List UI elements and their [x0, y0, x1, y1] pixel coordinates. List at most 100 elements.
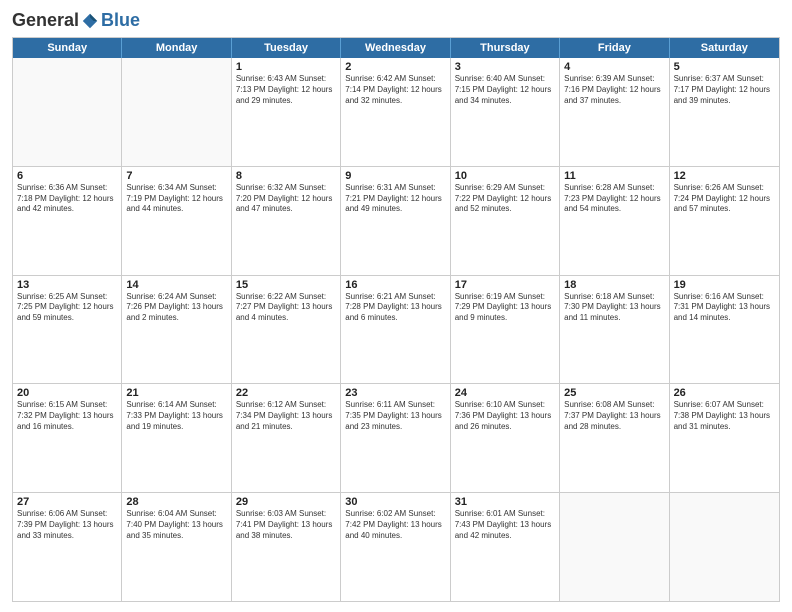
- day-info: Sunrise: 6:19 AM Sunset: 7:29 PM Dayligh…: [455, 292, 555, 324]
- calendar-empty-cell: [560, 493, 669, 601]
- calendar-day-6: 6Sunrise: 6:36 AM Sunset: 7:18 PM Daylig…: [13, 167, 122, 275]
- calendar-day-5: 5Sunrise: 6:37 AM Sunset: 7:17 PM Daylig…: [670, 58, 779, 166]
- day-number: 3: [455, 61, 555, 73]
- weekday-header-friday: Friday: [560, 38, 669, 58]
- day-info: Sunrise: 6:03 AM Sunset: 7:41 PM Dayligh…: [236, 509, 336, 541]
- day-number: 2: [345, 61, 445, 73]
- calendar-row-2: 6Sunrise: 6:36 AM Sunset: 7:18 PM Daylig…: [13, 166, 779, 275]
- calendar-day-24: 24Sunrise: 6:10 AM Sunset: 7:36 PM Dayli…: [451, 384, 560, 492]
- day-info: Sunrise: 6:31 AM Sunset: 7:21 PM Dayligh…: [345, 183, 445, 215]
- calendar-empty-cell: [122, 58, 231, 166]
- day-number: 11: [564, 170, 664, 182]
- weekday-header-saturday: Saturday: [670, 38, 779, 58]
- calendar-empty-cell: [670, 493, 779, 601]
- day-info: Sunrise: 6:37 AM Sunset: 7:17 PM Dayligh…: [674, 74, 775, 106]
- day-info: Sunrise: 6:32 AM Sunset: 7:20 PM Dayligh…: [236, 183, 336, 215]
- calendar-day-27: 27Sunrise: 6:06 AM Sunset: 7:39 PM Dayli…: [13, 493, 122, 601]
- calendar-day-3: 3Sunrise: 6:40 AM Sunset: 7:15 PM Daylig…: [451, 58, 560, 166]
- day-number: 4: [564, 61, 664, 73]
- day-info: Sunrise: 6:21 AM Sunset: 7:28 PM Dayligh…: [345, 292, 445, 324]
- day-number: 14: [126, 279, 226, 291]
- day-info: Sunrise: 6:26 AM Sunset: 7:24 PM Dayligh…: [674, 183, 775, 215]
- day-info: Sunrise: 6:28 AM Sunset: 7:23 PM Dayligh…: [564, 183, 664, 215]
- calendar-day-21: 21Sunrise: 6:14 AM Sunset: 7:33 PM Dayli…: [122, 384, 231, 492]
- day-info: Sunrise: 6:12 AM Sunset: 7:34 PM Dayligh…: [236, 400, 336, 432]
- day-number: 20: [17, 387, 117, 399]
- calendar-row-4: 20Sunrise: 6:15 AM Sunset: 7:32 PM Dayli…: [13, 383, 779, 492]
- calendar-day-22: 22Sunrise: 6:12 AM Sunset: 7:34 PM Dayli…: [232, 384, 341, 492]
- day-info: Sunrise: 6:18 AM Sunset: 7:30 PM Dayligh…: [564, 292, 664, 324]
- day-number: 28: [126, 496, 226, 508]
- calendar: SundayMondayTuesdayWednesdayThursdayFrid…: [12, 37, 780, 602]
- calendar-day-26: 26Sunrise: 6:07 AM Sunset: 7:38 PM Dayli…: [670, 384, 779, 492]
- calendar-day-19: 19Sunrise: 6:16 AM Sunset: 7:31 PM Dayli…: [670, 276, 779, 384]
- day-info: Sunrise: 6:04 AM Sunset: 7:40 PM Dayligh…: [126, 509, 226, 541]
- calendar-row-1: 1Sunrise: 6:43 AM Sunset: 7:13 PM Daylig…: [13, 58, 779, 166]
- day-number: 8: [236, 170, 336, 182]
- day-info: Sunrise: 6:07 AM Sunset: 7:38 PM Dayligh…: [674, 400, 775, 432]
- day-number: 25: [564, 387, 664, 399]
- weekday-header-tuesday: Tuesday: [232, 38, 341, 58]
- calendar-day-23: 23Sunrise: 6:11 AM Sunset: 7:35 PM Dayli…: [341, 384, 450, 492]
- day-number: 1: [236, 61, 336, 73]
- day-number: 13: [17, 279, 117, 291]
- day-info: Sunrise: 6:36 AM Sunset: 7:18 PM Dayligh…: [17, 183, 117, 215]
- calendar-day-13: 13Sunrise: 6:25 AM Sunset: 7:25 PM Dayli…: [13, 276, 122, 384]
- weekday-header-monday: Monday: [122, 38, 231, 58]
- calendar-day-25: 25Sunrise: 6:08 AM Sunset: 7:37 PM Dayli…: [560, 384, 669, 492]
- calendar-day-7: 7Sunrise: 6:34 AM Sunset: 7:19 PM Daylig…: [122, 167, 231, 275]
- day-number: 10: [455, 170, 555, 182]
- day-info: Sunrise: 6:16 AM Sunset: 7:31 PM Dayligh…: [674, 292, 775, 324]
- calendar-row-5: 27Sunrise: 6:06 AM Sunset: 7:39 PM Dayli…: [13, 492, 779, 601]
- calendar-empty-cell: [13, 58, 122, 166]
- calendar-day-20: 20Sunrise: 6:15 AM Sunset: 7:32 PM Dayli…: [13, 384, 122, 492]
- day-number: 12: [674, 170, 775, 182]
- day-number: 21: [126, 387, 226, 399]
- day-info: Sunrise: 6:40 AM Sunset: 7:15 PM Dayligh…: [455, 74, 555, 106]
- day-number: 19: [674, 279, 775, 291]
- day-info: Sunrise: 6:02 AM Sunset: 7:42 PM Dayligh…: [345, 509, 445, 541]
- day-number: 16: [345, 279, 445, 291]
- logo-general: GeneralBlue: [12, 10, 140, 31]
- calendar-day-15: 15Sunrise: 6:22 AM Sunset: 7:27 PM Dayli…: [232, 276, 341, 384]
- calendar-day-17: 17Sunrise: 6:19 AM Sunset: 7:29 PM Dayli…: [451, 276, 560, 384]
- day-info: Sunrise: 6:22 AM Sunset: 7:27 PM Dayligh…: [236, 292, 336, 324]
- day-info: Sunrise: 6:14 AM Sunset: 7:33 PM Dayligh…: [126, 400, 226, 432]
- day-info: Sunrise: 6:42 AM Sunset: 7:14 PM Dayligh…: [345, 74, 445, 106]
- calendar-day-2: 2Sunrise: 6:42 AM Sunset: 7:14 PM Daylig…: [341, 58, 450, 166]
- day-info: Sunrise: 6:25 AM Sunset: 7:25 PM Dayligh…: [17, 292, 117, 324]
- calendar-day-11: 11Sunrise: 6:28 AM Sunset: 7:23 PM Dayli…: [560, 167, 669, 275]
- day-number: 17: [455, 279, 555, 291]
- page-header: GeneralBlue: [12, 10, 780, 31]
- calendar-day-14: 14Sunrise: 6:24 AM Sunset: 7:26 PM Dayli…: [122, 276, 231, 384]
- day-info: Sunrise: 6:08 AM Sunset: 7:37 PM Dayligh…: [564, 400, 664, 432]
- calendar-day-9: 9Sunrise: 6:31 AM Sunset: 7:21 PM Daylig…: [341, 167, 450, 275]
- calendar-header: SundayMondayTuesdayWednesdayThursdayFrid…: [13, 38, 779, 58]
- day-number: 31: [455, 496, 555, 508]
- day-number: 15: [236, 279, 336, 291]
- calendar-row-3: 13Sunrise: 6:25 AM Sunset: 7:25 PM Dayli…: [13, 275, 779, 384]
- calendar-day-10: 10Sunrise: 6:29 AM Sunset: 7:22 PM Dayli…: [451, 167, 560, 275]
- day-number: 7: [126, 170, 226, 182]
- day-info: Sunrise: 6:29 AM Sunset: 7:22 PM Dayligh…: [455, 183, 555, 215]
- calendar-day-4: 4Sunrise: 6:39 AM Sunset: 7:16 PM Daylig…: [560, 58, 669, 166]
- logo: GeneralBlue: [12, 10, 140, 31]
- calendar-day-12: 12Sunrise: 6:26 AM Sunset: 7:24 PM Dayli…: [670, 167, 779, 275]
- weekday-header-wednesday: Wednesday: [341, 38, 450, 58]
- day-number: 23: [345, 387, 445, 399]
- calendar-day-1: 1Sunrise: 6:43 AM Sunset: 7:13 PM Daylig…: [232, 58, 341, 166]
- day-info: Sunrise: 6:10 AM Sunset: 7:36 PM Dayligh…: [455, 400, 555, 432]
- day-number: 22: [236, 387, 336, 399]
- day-number: 29: [236, 496, 336, 508]
- calendar-body: 1Sunrise: 6:43 AM Sunset: 7:13 PM Daylig…: [13, 58, 779, 601]
- day-number: 6: [17, 170, 117, 182]
- calendar-day-31: 31Sunrise: 6:01 AM Sunset: 7:43 PM Dayli…: [451, 493, 560, 601]
- calendar-day-30: 30Sunrise: 6:02 AM Sunset: 7:42 PM Dayli…: [341, 493, 450, 601]
- calendar-day-29: 29Sunrise: 6:03 AM Sunset: 7:41 PM Dayli…: [232, 493, 341, 601]
- day-info: Sunrise: 6:43 AM Sunset: 7:13 PM Dayligh…: [236, 74, 336, 106]
- day-info: Sunrise: 6:06 AM Sunset: 7:39 PM Dayligh…: [17, 509, 117, 541]
- day-number: 24: [455, 387, 555, 399]
- day-info: Sunrise: 6:15 AM Sunset: 7:32 PM Dayligh…: [17, 400, 117, 432]
- calendar-day-8: 8Sunrise: 6:32 AM Sunset: 7:20 PM Daylig…: [232, 167, 341, 275]
- day-number: 9: [345, 170, 445, 182]
